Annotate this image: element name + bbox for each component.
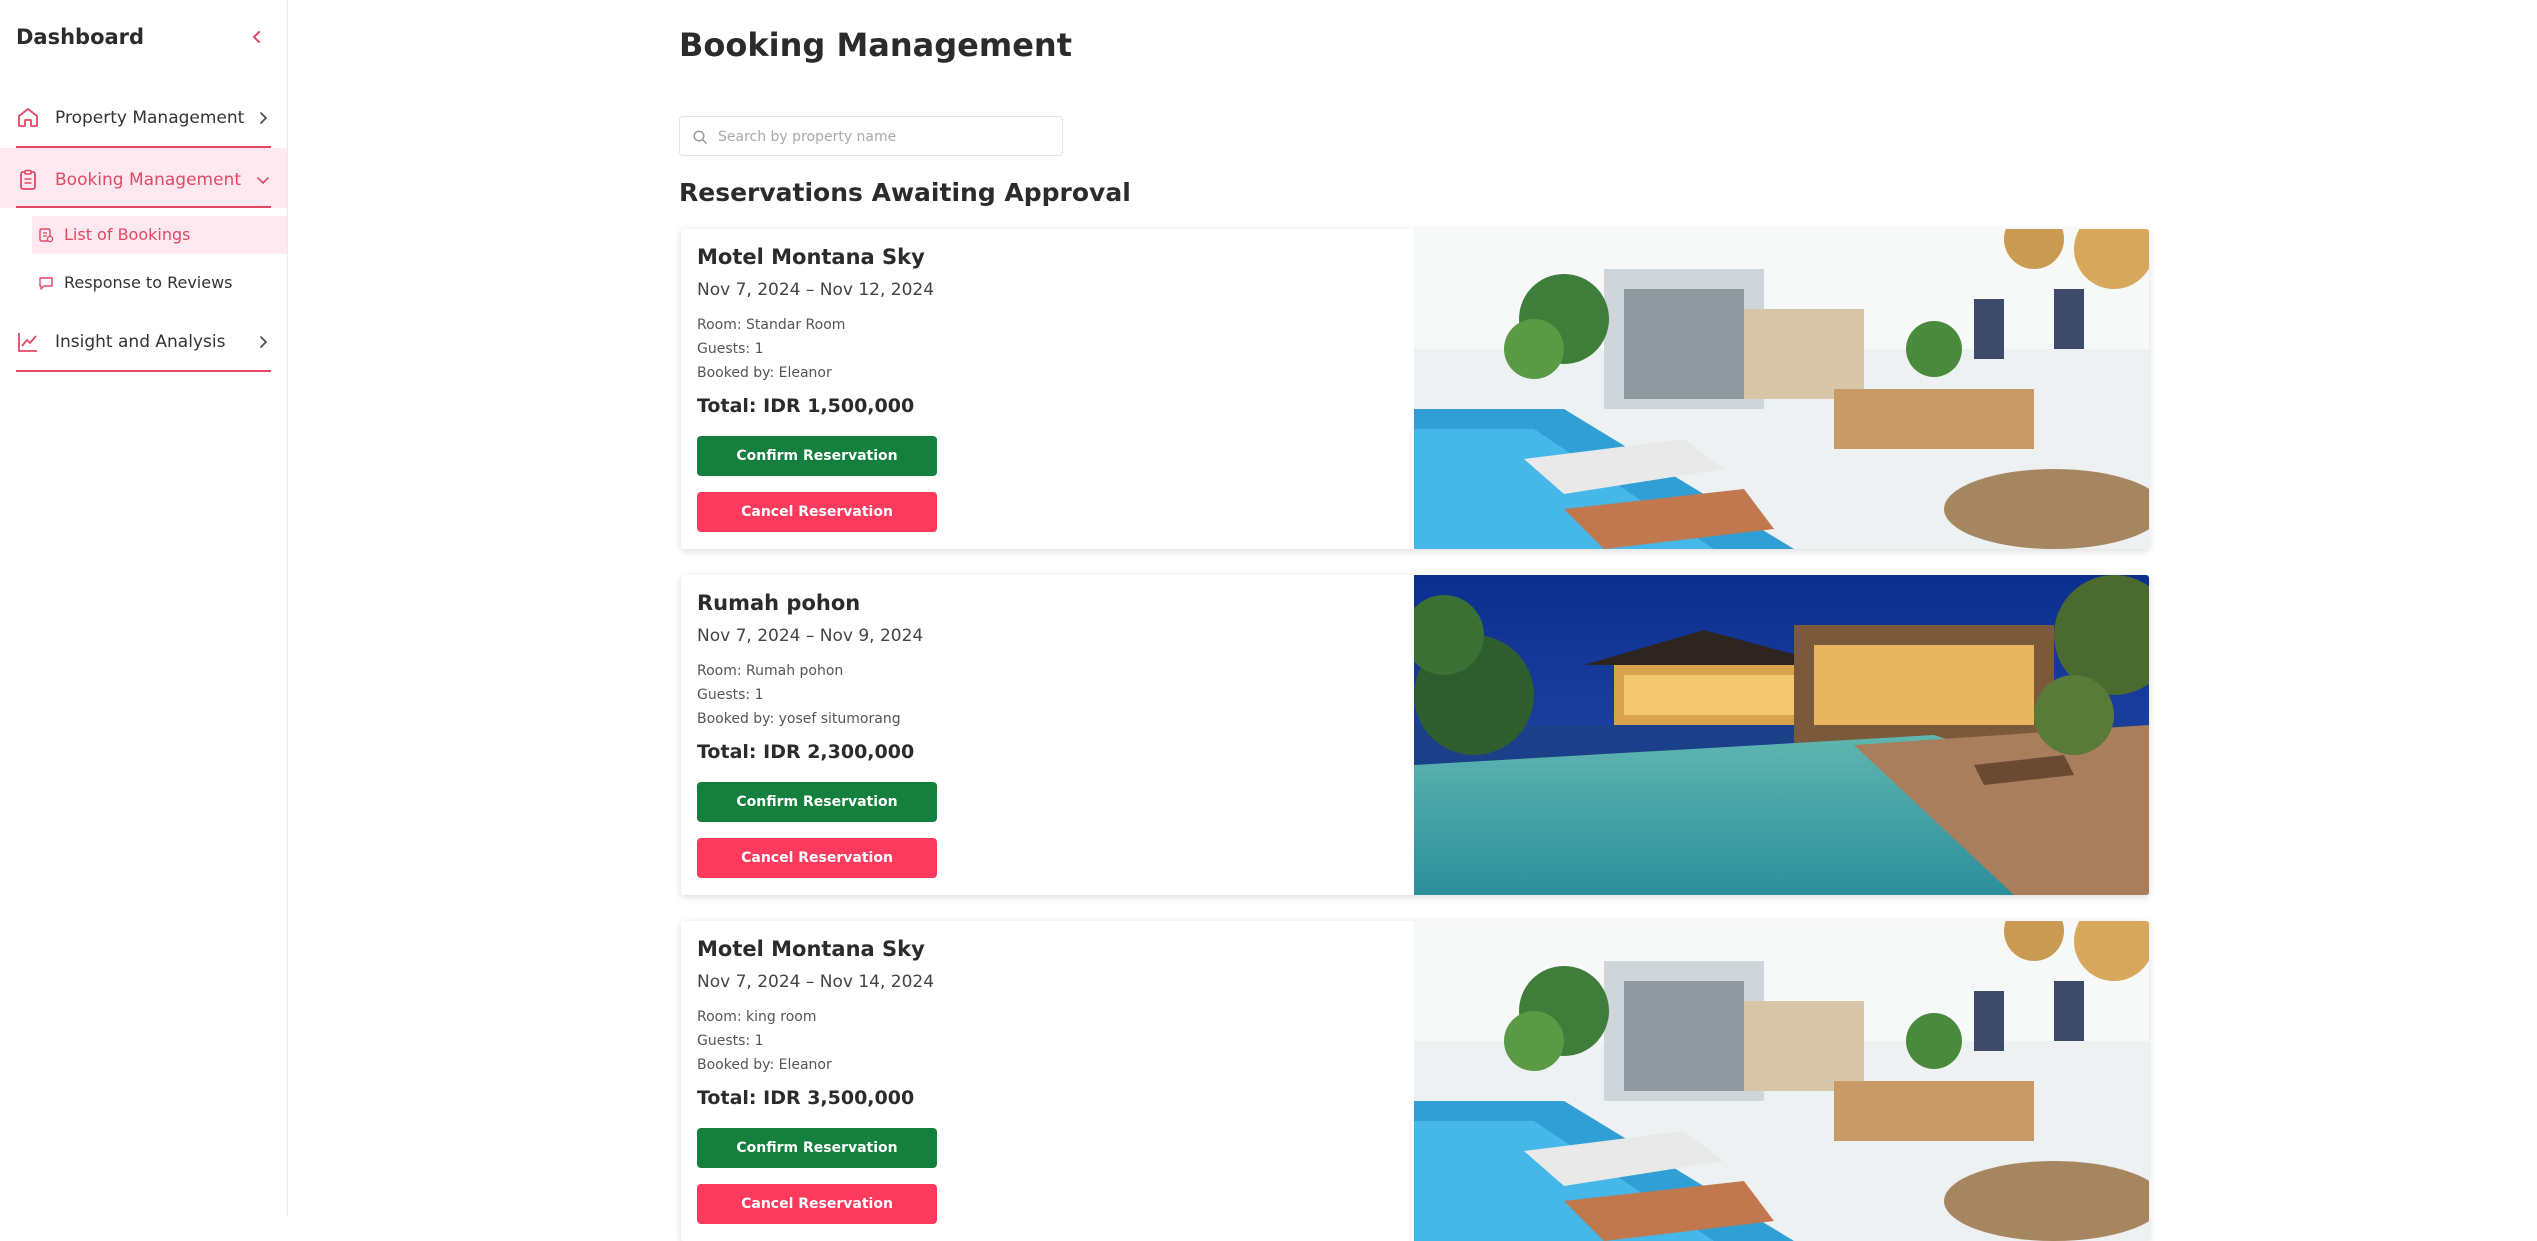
nav-label: Insight and Analysis — [55, 332, 226, 352]
reservation-info: Motel Montana Sky Nov 7, 2024 – Nov 12, … — [697, 229, 1397, 549]
booked-by: Booked by: yosef situmorang — [697, 711, 901, 727]
nav-property-management[interactable]: Property Management — [16, 86, 271, 148]
booked-by: Booked by: Eleanor — [697, 365, 832, 381]
confirm-reservation-button[interactable]: Confirm Reservation — [697, 436, 937, 476]
search-icon — [692, 129, 708, 145]
reservation-card: Motel Montana Sky Nov 7, 2024 – Nov 14, … — [681, 921, 2149, 1241]
booked-by: Booked by: Eleanor — [697, 1057, 832, 1073]
total-price: Total: IDR 1,500,000 — [697, 395, 915, 417]
section-title: Reservations Awaiting Approval — [679, 178, 1131, 207]
guest-count: Guests: 1 — [697, 341, 764, 357]
property-name: Rumah pohon — [697, 591, 861, 615]
home-icon — [16, 106, 40, 130]
villa-interior-pool-photo — [1414, 229, 2149, 549]
reservation-dates: Nov 7, 2024 – Nov 12, 2024 — [697, 280, 935, 300]
cancel-reservation-button[interactable]: Cancel Reservation — [697, 838, 937, 878]
room-type: Room: Rumah pohon — [697, 663, 844, 679]
nav-label: Booking Management — [55, 170, 241, 190]
infinity-pool-night-photo — [1414, 575, 2149, 895]
total-price: Total: IDR 3,500,000 — [697, 1087, 915, 1109]
sidebar-item-response-to-reviews[interactable]: Response to Reviews — [32, 264, 287, 302]
reservation-dates: Nov 7, 2024 – Nov 9, 2024 — [697, 626, 924, 646]
chevron-right-icon — [255, 334, 271, 350]
guest-count: Guests: 1 — [697, 1033, 764, 1049]
room-type: Room: king room — [697, 1009, 817, 1025]
property-name: Motel Montana Sky — [697, 245, 925, 269]
line-chart-icon — [16, 330, 40, 354]
reservation-dates: Nov 7, 2024 – Nov 14, 2024 — [697, 972, 935, 992]
confirm-reservation-button[interactable]: Confirm Reservation — [697, 782, 937, 822]
page-title: Booking Management — [679, 26, 1072, 64]
room-type: Room: Standar Room — [697, 317, 846, 333]
reservation-info: Rumah pohon Nov 7, 2024 – Nov 9, 2024 Ro… — [697, 575, 1397, 895]
chevron-right-icon — [255, 110, 271, 126]
confirm-reservation-button[interactable]: Confirm Reservation — [697, 1128, 937, 1168]
chevron-down-icon — [255, 172, 271, 188]
cancel-reservation-button[interactable]: Cancel Reservation — [697, 1184, 937, 1224]
property-name: Motel Montana Sky — [697, 937, 925, 961]
reservation-info: Motel Montana Sky Nov 7, 2024 – Nov 14, … — [697, 921, 1397, 1241]
clipboard-icon — [16, 168, 40, 192]
sub-item-label: Response to Reviews — [64, 273, 233, 292]
search-input[interactable] — [716, 117, 1060, 157]
message-icon — [38, 275, 54, 291]
nav-label: Property Management — [55, 108, 245, 128]
sub-item-label: List of Bookings — [64, 225, 191, 244]
reservation-card: Rumah pohon Nov 7, 2024 – Nov 9, 2024 Ro… — [681, 575, 2149, 895]
reservation-card: Motel Montana Sky Nov 7, 2024 – Nov 12, … — [681, 229, 2149, 549]
sidebar: Dashboard Property Management Booking Ma… — [0, 0, 288, 1216]
nav-insight-and-analysis[interactable]: Insight and Analysis — [16, 310, 271, 372]
collapse-sidebar-icon[interactable] — [248, 28, 266, 46]
list-bookings-icon — [38, 227, 54, 243]
nav-underline — [16, 206, 271, 208]
sidebar-title: Dashboard — [16, 25, 145, 49]
cancel-reservation-button[interactable]: Cancel Reservation — [697, 492, 937, 532]
guest-count: Guests: 1 — [697, 687, 764, 703]
sidebar-header: Dashboard — [16, 20, 266, 54]
total-price: Total: IDR 2,300,000 — [697, 741, 915, 763]
nav-booking-management[interactable]: Booking Management — [0, 148, 287, 208]
sidebar-item-list-of-bookings[interactable]: List of Bookings — [32, 216, 287, 254]
villa-interior-pool-photo — [1414, 921, 2149, 1241]
search-box[interactable] — [679, 116, 1063, 157]
